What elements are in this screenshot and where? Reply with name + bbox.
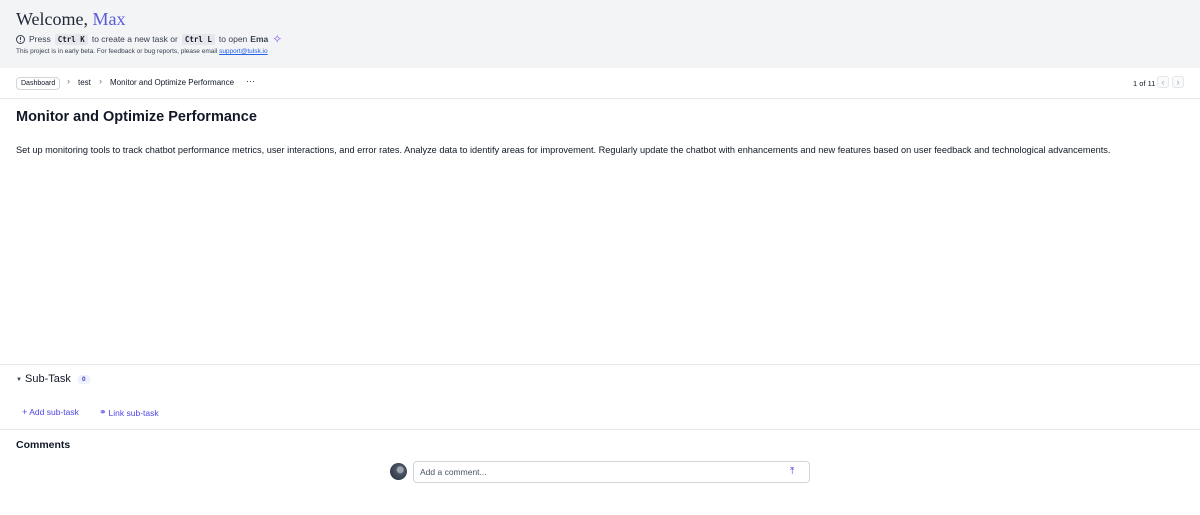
support-email-link[interactable]: support@tulsk.io [219, 48, 268, 55]
divider [0, 364, 1200, 365]
link-subtask-label: Link sub-task [108, 407, 159, 418]
plus-icon: + [22, 407, 28, 417]
ema-label: Ema [250, 34, 269, 44]
pager-label: 1 of 11 [1133, 79, 1156, 88]
sparkle-icon[interactable]: ✧ [272, 33, 282, 45]
beta-notice: This project is in early beta. For feedb… [16, 48, 268, 55]
chevron-right-icon: › [67, 76, 70, 86]
collapse-caret-icon[interactable]: ▼ [16, 377, 22, 383]
welcome-banner: Welcome, Max Press Ctrl K to create a ne… [0, 0, 1200, 68]
breadcrumb-project[interactable]: test [78, 78, 91, 87]
link-icon: ⚭ [99, 407, 107, 417]
comment-input[interactable] [413, 461, 810, 483]
greeting-text: Welcome, [16, 9, 89, 29]
breadcrumb: Dashboard › test › Monitor and Optimize … [0, 68, 1200, 99]
task-description[interactable]: Set up monitoring tools to track chatbot… [16, 145, 1110, 155]
user-name: Max [92, 9, 126, 29]
send-comment-icon[interactable]: ⤒ [790, 466, 794, 477]
next-task-button[interactable]: › [1172, 76, 1184, 88]
add-subtask-label: Add sub-task [29, 407, 79, 417]
divider [0, 429, 1200, 430]
page-title[interactable]: Monitor and Optimize Performance [16, 109, 257, 125]
hint-press: Press [29, 34, 51, 44]
info-icon [16, 34, 25, 44]
chevron-right-icon: › [99, 76, 102, 86]
hint-mid: to create a new task or [91, 34, 178, 44]
link-subtask-button[interactable]: ⚭ Link sub-task [99, 407, 159, 418]
shortcut-key-new-task: Ctrl K [54, 33, 88, 45]
subtask-count-badge: 0 [78, 375, 90, 384]
beta-text: This project is in early beta. For feedb… [16, 48, 218, 55]
shortcut-hint: Press Ctrl K to create a new task or Ctr… [16, 33, 282, 45]
avatar [390, 463, 407, 480]
prev-task-button[interactable]: ‹ [1157, 76, 1169, 88]
comments-heading: Comments [16, 439, 71, 451]
hint-end: to open [218, 34, 248, 44]
more-options-icon[interactable]: ··· [246, 76, 255, 86]
welcome-heading: Welcome, Max [16, 9, 126, 30]
breadcrumb-dashboard[interactable]: Dashboard [16, 77, 61, 90]
subtask-section-title[interactable]: Sub-Task [25, 373, 71, 385]
breadcrumb-current: Monitor and Optimize Performance [110, 78, 235, 87]
add-subtask-button[interactable]: + Add sub-task [22, 407, 79, 417]
shortcut-key-ema: Ctrl L [181, 33, 215, 45]
